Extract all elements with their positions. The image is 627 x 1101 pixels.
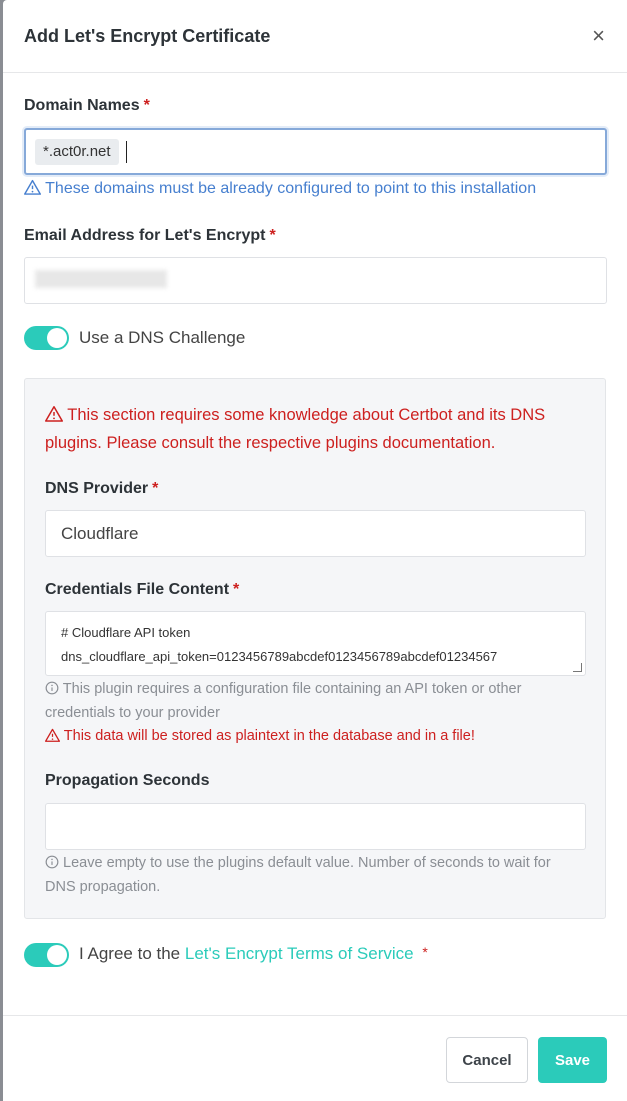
- required-marker: *: [233, 581, 240, 598]
- modal-title: Add Let's Encrypt Certificate: [24, 25, 271, 46]
- domain-hint-text: These domains must be already configured…: [45, 180, 537, 197]
- dns-provider-label: DNS Provider *: [45, 480, 158, 498]
- credentials-info-text: This plugin requires a configuration fil…: [45, 681, 522, 721]
- info-icon: [45, 681, 59, 695]
- tos-link[interactable]: Let's Encrypt Terms of Service: [185, 944, 414, 963]
- dns-provider-select[interactable]: Cloudflare: [45, 510, 586, 557]
- credentials-info: This plugin requires a configuration fil…: [45, 677, 585, 725]
- domain-names-label-text: Domain Names: [24, 97, 140, 114]
- save-button[interactable]: Save: [538, 1037, 607, 1083]
- modal-footer: Cancel Save: [3, 1015, 627, 1101]
- required-marker: *: [422, 944, 428, 960]
- credentials-label: Credentials File Content *: [45, 581, 239, 599]
- credentials-warning-text: This data will be stored as plaintext in…: [63, 728, 475, 744]
- required-marker: *: [143, 97, 150, 114]
- redacted-email: [35, 270, 167, 288]
- credentials-line: # Cloudflare API token: [61, 625, 191, 640]
- domain-chip[interactable]: *.act0r.net: [35, 139, 119, 165]
- modal-header: Add Let's Encrypt Certificate ×: [3, 0, 627, 73]
- dns-warning: This section requires some knowledge abo…: [45, 401, 585, 457]
- dns-provider-label-text: DNS Provider: [45, 480, 149, 497]
- email-input[interactable]: [24, 257, 607, 304]
- required-marker: *: [269, 227, 276, 244]
- propagation-seconds-input[interactable]: [45, 803, 586, 850]
- required-marker: *: [152, 480, 159, 497]
- credentials-warning: This data will be stored as plaintext in…: [45, 728, 475, 744]
- text-caret: [126, 141, 127, 163]
- agree-tos-label: I Agree to the Let's Encrypt Terms of Se…: [79, 944, 428, 964]
- domain-names-input[interactable]: *.act0r.net: [24, 128, 607, 175]
- dns-provider-value: Cloudflare: [61, 524, 139, 543]
- credentials-line: dns_cloudflare_api_token=0123456789abcde…: [61, 649, 498, 664]
- resize-handle-icon[interactable]: [573, 663, 582, 672]
- alert-triangle-icon: [45, 406, 63, 422]
- agree-tos-toggle[interactable]: [24, 943, 69, 967]
- cancel-button[interactable]: Cancel: [446, 1037, 528, 1083]
- dns-warning-text: This section requires some knowledge abo…: [45, 406, 546, 452]
- email-label: Email Address for Let's Encrypt *: [24, 227, 276, 245]
- credentials-label-text: Credentials File Content: [45, 581, 230, 598]
- alert-triangle-icon: [24, 179, 42, 195]
- domain-hint: These domains must be already configured…: [24, 179, 536, 198]
- propagation-info-text: Leave empty to use the plugins default v…: [45, 855, 551, 895]
- dns-challenge-toggle[interactable]: [24, 326, 69, 350]
- close-icon[interactable]: ×: [592, 25, 605, 47]
- dns-challenge-panel: This section requires some knowledge abo…: [24, 378, 606, 919]
- credentials-textarea[interactable]: # Cloudflare API token dns_cloudflare_ap…: [45, 611, 586, 676]
- dns-challenge-label: Use a DNS Challenge: [79, 328, 246, 347]
- email-label-text: Email Address for Let's Encrypt: [24, 227, 266, 244]
- agree-prefix: I Agree to the: [79, 944, 181, 963]
- alert-triangle-icon: [45, 728, 60, 742]
- propagation-info: Leave empty to use the plugins default v…: [45, 851, 585, 899]
- info-icon: [45, 855, 59, 869]
- domain-names-label: Domain Names *: [24, 97, 150, 115]
- propagation-label: Propagation Seconds: [45, 772, 210, 789]
- certificate-modal: Add Let's Encrypt Certificate × Domain N…: [3, 0, 627, 1101]
